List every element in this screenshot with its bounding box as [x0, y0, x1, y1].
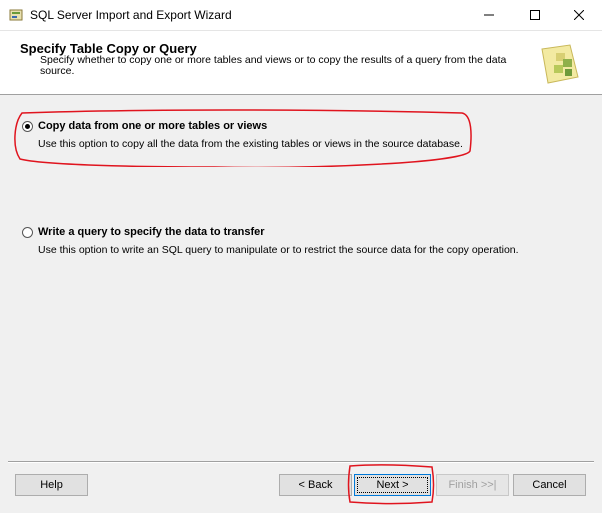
close-button[interactable] — [556, 0, 602, 30]
footer-separator — [8, 461, 594, 463]
wizard-header: Specify Table Copy or Query Specify whet… — [0, 31, 602, 95]
radio-copy-tables[interactable] — [22, 120, 33, 132]
option-write-query[interactable]: Write a query to specify the data to tra… — [22, 226, 519, 256]
option-copy-tables[interactable]: Copy data from one or more tables or vie… — [22, 120, 463, 150]
window-title: SQL Server Import and Export Wizard — [30, 8, 232, 22]
option-copy-tables-description: Use this option to copy all the data fro… — [38, 138, 463, 150]
back-button[interactable]: < Back — [279, 474, 352, 496]
option-write-query-description: Use this option to write an SQL query to… — [38, 244, 519, 256]
title-bar: SQL Server Import and Export Wizard — [0, 0, 602, 31]
option-write-query-label[interactable]: Write a query to specify the data to tra… — [38, 226, 265, 238]
wizard-app-icon — [9, 9, 23, 21]
radio-write-query[interactable] — [22, 226, 33, 238]
minimize-button[interactable] — [466, 0, 512, 30]
maximize-icon — [530, 10, 540, 20]
maximize-button[interactable] — [512, 0, 558, 30]
minimize-icon — [484, 14, 494, 16]
option-copy-tables-label[interactable]: Copy data from one or more tables or vie… — [38, 120, 267, 132]
next-button[interactable]: Next > — [354, 474, 431, 496]
finish-button: Finish >>| — [436, 474, 509, 496]
page-description: Specify whether to copy one or more tabl… — [40, 54, 507, 77]
wizard-page-icon — [541, 44, 579, 84]
help-button[interactable]: Help — [15, 474, 88, 496]
cancel-button[interactable]: Cancel — [513, 474, 586, 496]
close-icon — [574, 10, 584, 20]
next-button-focus-ring — [357, 477, 428, 493]
